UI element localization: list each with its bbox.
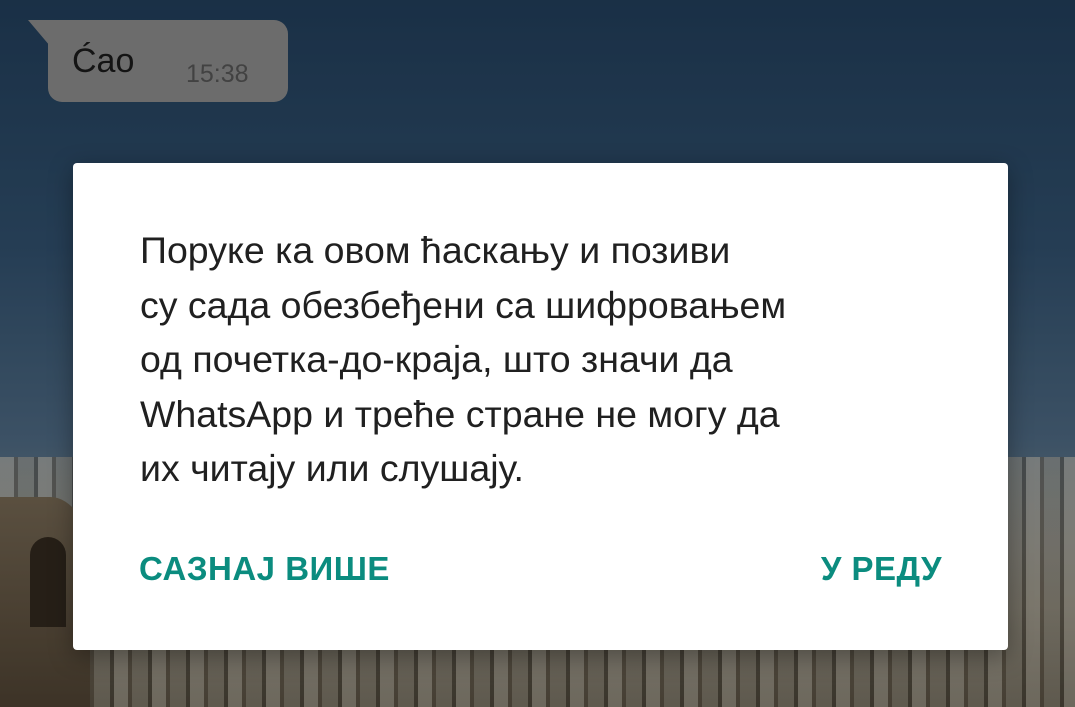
- chat-screen: Ćao 15:38 Поруке ка овом ћаскању и позив…: [0, 0, 1075, 707]
- learn-more-button[interactable]: САЗНАЈ ВИШЕ: [139, 541, 390, 597]
- ok-button[interactable]: У РЕДУ: [821, 541, 942, 597]
- dialog-message: Поруке ка овом ћаскању и позиви су сада …: [140, 229, 787, 489]
- encryption-notice-dialog: Поруке ка овом ћаскању и позиви су сада …: [73, 163, 1008, 650]
